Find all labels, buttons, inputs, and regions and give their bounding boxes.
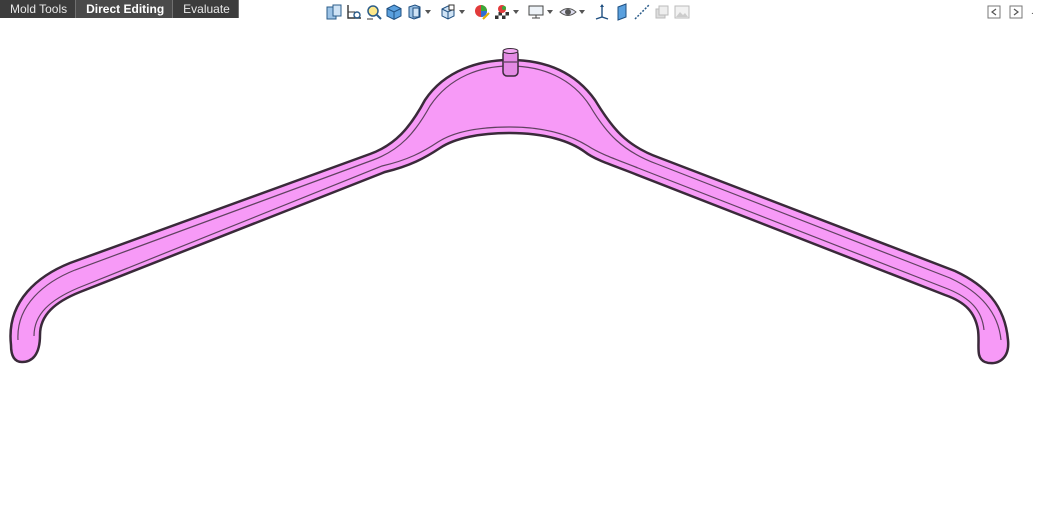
heads-up-view-toolbar <box>324 2 692 22</box>
tab-evaluate[interactable]: Evaluate <box>173 0 239 18</box>
apply-scene-icon[interactable] <box>492 2 512 22</box>
hanger-model[interactable] <box>9 48 1010 365</box>
section-view-icon[interactable] <box>384 2 404 22</box>
chevron-down-icon[interactable] <box>546 2 554 22</box>
zoom-to-fit-icon[interactable] <box>324 2 344 22</box>
panel-right-icon[interactable] <box>1009 5 1023 19</box>
tab-direct-editing[interactable]: Direct Editing <box>76 0 174 18</box>
chevron-down-icon[interactable] <box>512 2 520 22</box>
view-layers-icon[interactable] <box>652 2 672 22</box>
hanger-body <box>9 58 1010 365</box>
tab-mold-tools[interactable]: Mold Tools <box>0 0 77 18</box>
view-settings-icon[interactable] <box>526 2 546 22</box>
edit-appearance-icon[interactable] <box>472 2 492 22</box>
panel-left-icon[interactable] <box>987 5 1001 19</box>
chevron-down-icon[interactable] <box>578 2 586 22</box>
zoom-to-area-icon[interactable] <box>344 2 364 22</box>
chevron-down-icon[interactable] <box>424 2 432 22</box>
more-icon[interactable]: . <box>1031 5 1035 19</box>
display-style-icon[interactable] <box>438 2 458 22</box>
command-manager-tabs: Mold Tools Direct Editing Evaluate <box>0 0 239 18</box>
graphics-area[interactable] <box>0 24 1041 509</box>
previous-view-icon[interactable] <box>364 2 384 22</box>
view-axes-icon[interactable] <box>592 2 612 22</box>
view-image-icon[interactable] <box>672 2 692 22</box>
hanger-hook-stub <box>502 48 519 77</box>
view-planes-icon[interactable] <box>612 2 632 22</box>
hide-show-icon[interactable] <box>558 2 578 22</box>
window-controls: . <box>987 4 1035 20</box>
view-sketches-icon[interactable] <box>632 2 652 22</box>
view-orientation-icon[interactable] <box>404 2 424 22</box>
chevron-down-icon[interactable] <box>458 2 466 22</box>
